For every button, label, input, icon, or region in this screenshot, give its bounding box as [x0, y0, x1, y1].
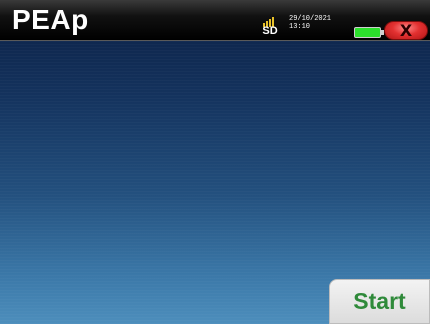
- sd-card-icon: SD: [259, 17, 281, 37]
- time-label: 13:10: [289, 23, 311, 31]
- app-title: PEAp: [12, 4, 89, 35]
- storage-label: SD: [262, 25, 278, 37]
- start-button[interactable]: Start: [329, 279, 430, 324]
- start-button-label: Start: [353, 288, 406, 314]
- date-label: 29/10/2021: [289, 15, 332, 23]
- close-button[interactable]: X: [384, 21, 428, 40]
- top-bar: PEAp SD 29/10/2021 13:10 X: [0, 0, 430, 41]
- battery-icon: [354, 27, 381, 38]
- device-screen: PEAp SD 29/10/2021 13:10 X Start: [0, 0, 430, 324]
- close-icon: X: [399, 21, 413, 40]
- date-time: 29/10/2021 13:10: [289, 15, 331, 31]
